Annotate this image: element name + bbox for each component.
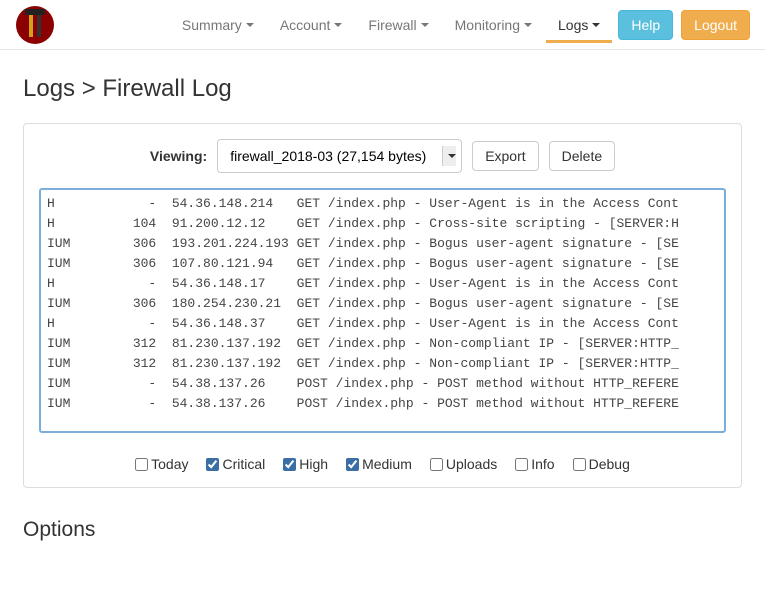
options-heading: Options <box>23 518 742 542</box>
filter-critical[interactable]: Critical <box>206 456 265 472</box>
viewing-label: Viewing: <box>150 148 207 164</box>
filter-checkbox[interactable] <box>430 458 443 471</box>
main-container: Logs > Firewall Log Viewing: firewall_20… <box>0 50 765 557</box>
nav-logs[interactable]: Logs <box>546 7 612 43</box>
nav-label: Logs <box>558 17 588 33</box>
filter-label: Critical <box>222 456 265 472</box>
nav-label: Account <box>280 17 331 33</box>
filter-label: Uploads <box>446 456 497 472</box>
viewing-row: Viewing: firewall_2018-03 (27,154 bytes)… <box>39 139 726 173</box>
filter-row: Today Critical High Medium Uploads Info Debug <box>39 456 726 472</box>
filter-medium[interactable]: Medium <box>346 456 412 472</box>
nav-label: Summary <box>182 17 242 33</box>
caret-icon <box>592 23 600 27</box>
file-select-wrap: firewall_2018-03 (27,154 bytes) <box>217 139 462 173</box>
filter-checkbox[interactable] <box>515 458 528 471</box>
filter-uploads[interactable]: Uploads <box>430 456 497 472</box>
nav-monitoring[interactable]: Monitoring <box>443 7 544 43</box>
caret-icon <box>246 23 254 27</box>
filter-label: High <box>299 456 328 472</box>
filter-checkbox[interactable] <box>346 458 359 471</box>
filter-high[interactable]: High <box>283 456 328 472</box>
filter-label: Medium <box>362 456 412 472</box>
filter-checkbox[interactable] <box>206 458 219 471</box>
file-select[interactable]: firewall_2018-03 (27,154 bytes) <box>217 139 462 173</box>
caret-icon <box>524 23 532 27</box>
navbar: Summary Account Firewall Monitoring Logs… <box>0 0 765 50</box>
caret-icon <box>334 23 342 27</box>
nav-firewall[interactable]: Firewall <box>356 7 440 43</box>
filter-label: Debug <box>589 456 630 472</box>
nav-summary[interactable]: Summary <box>170 7 266 43</box>
export-button[interactable]: Export <box>472 141 538 171</box>
nav-account[interactable]: Account <box>268 7 355 43</box>
filter-label: Info <box>531 456 554 472</box>
log-output[interactable] <box>39 188 726 433</box>
nav-label: Monitoring <box>455 17 520 33</box>
filter-checkbox[interactable] <box>135 458 148 471</box>
app-logo <box>15 5 55 45</box>
log-panel: Viewing: firewall_2018-03 (27,154 bytes)… <box>23 123 742 488</box>
logout-button[interactable]: Logout <box>681 10 750 40</box>
filter-label: Today <box>151 456 188 472</box>
page-title: Logs > Firewall Log <box>23 75 742 103</box>
nav-items: Summary Account Firewall Monitoring Logs… <box>170 7 750 43</box>
filter-debug[interactable]: Debug <box>573 456 630 472</box>
filter-today[interactable]: Today <box>135 456 188 472</box>
filter-info[interactable]: Info <box>515 456 554 472</box>
caret-icon <box>421 23 429 27</box>
help-button[interactable]: Help <box>618 10 673 40</box>
filter-checkbox[interactable] <box>573 458 586 471</box>
delete-button[interactable]: Delete <box>549 141 615 171</box>
filter-checkbox[interactable] <box>283 458 296 471</box>
nav-label: Firewall <box>368 17 416 33</box>
